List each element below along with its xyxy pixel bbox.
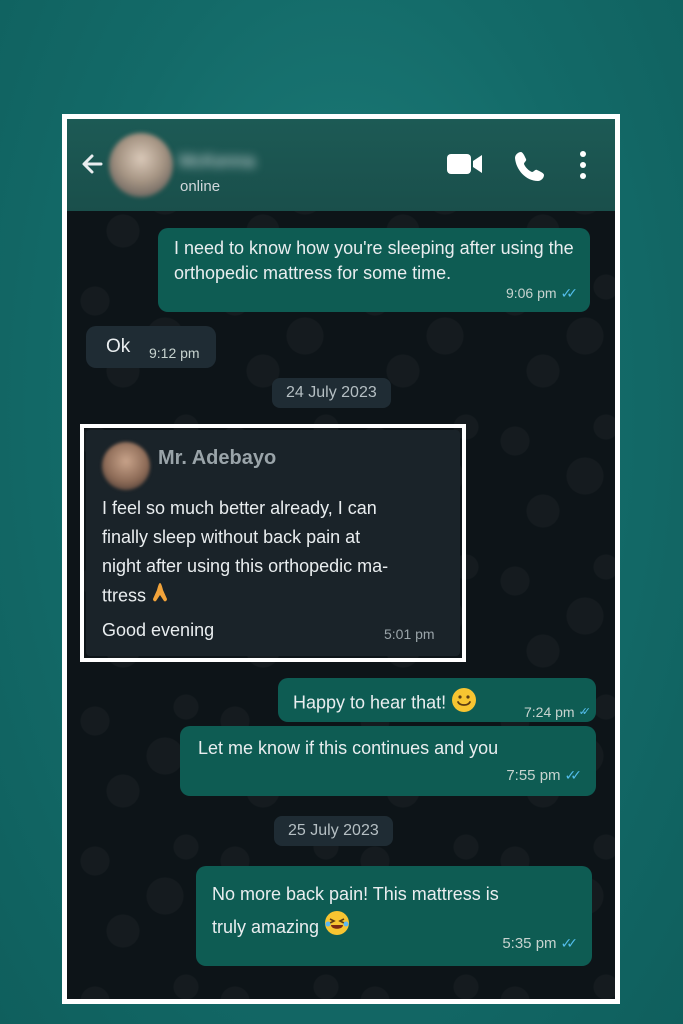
message-bubble-outgoing[interactable]: No more back pain! This mattress is trul… (196, 866, 592, 966)
quoted-message-card[interactable]: Mr. Adebayo I feel so much better alread… (86, 430, 460, 656)
contact-name[interactable]: McKenna (179, 151, 309, 173)
read-ticks-icon: ✓✓ (564, 767, 583, 783)
message-time: 7:55 pm (506, 767, 561, 784)
message-time: 9:12 pm (149, 345, 200, 361)
message-time: 9:06 pm (505, 285, 557, 301)
quoted-greeting: Good evening (102, 620, 215, 640)
message-text-content: Happy to hear that! (293, 692, 447, 713)
message-bubble-outgoing[interactable]: I need to know how you're sleeping after… (158, 228, 590, 312)
read-ticks-icon: ✓✓ (578, 706, 592, 718)
message-meta: 7:55 pm ✓✓ (506, 763, 582, 788)
message-bubble-outgoing[interactable]: Happy to hear that! 7:24 pm ✓✓ (278, 678, 596, 722)
date-chip: 25 July 2023 (274, 816, 393, 846)
pray-emoji-icon (151, 581, 169, 612)
message-text: No more back pain! This mattress is trul… (212, 878, 499, 946)
message-line: No more back pain! This mattress is (212, 884, 499, 904)
message-text: Ok (106, 336, 131, 357)
chat-header: McKenna online (67, 119, 615, 211)
message-text: Happy to hear that! (293, 687, 477, 720)
message-time: 5:35 pm (502, 935, 557, 952)
contact-avatar[interactable] (109, 133, 173, 197)
back-arrow-icon[interactable] (77, 149, 109, 181)
message-text: I need to know how you're sleeping after… (174, 238, 574, 283)
date-chip: 24 July 2023 (272, 378, 391, 408)
more-options-icon[interactable] (577, 149, 589, 186)
message-line: truly amazing (212, 916, 320, 937)
sender-name: Mr. Adebayo (158, 447, 277, 469)
quoted-line: ttress (102, 585, 147, 606)
message-line-last: truly amazing (212, 910, 499, 946)
video-call-icon[interactable] (445, 149, 485, 184)
read-ticks-icon: ✓✓ (560, 935, 579, 951)
message-bubble-outgoing[interactable]: Let me know if this continues and you 7:… (180, 726, 596, 796)
laughing-emoji-icon (324, 910, 350, 946)
message-meta: 7:24 pm ✓✓ (524, 700, 591, 725)
quoted-line-last: ttress (102, 581, 447, 612)
smile-emoji-icon (451, 687, 477, 720)
message-text: Let me know if this continues and you (198, 738, 499, 758)
message-meta: 5:35 pm ✓✓ (502, 931, 578, 956)
read-ticks-icon: ✓✓ (560, 285, 579, 301)
message-meta: 9:06 pm ✓✓ (506, 281, 578, 306)
quoted-line: finally sleep without back pain at (102, 527, 361, 547)
message-bubble-incoming[interactable]: Ok 9:12 pm (86, 326, 216, 368)
quoted-message-text: I feel so much better already, I can fin… (102, 494, 447, 612)
quoted-line: night after using this orthopedic ma- (102, 556, 389, 576)
quoted-line: I feel so much better already, I can (102, 498, 377, 518)
phone-call-icon[interactable] (513, 149, 549, 188)
contact-status: online (180, 178, 221, 195)
message-time: 7:24 pm (524, 704, 575, 720)
quoted-time: 5:01 pm (384, 626, 435, 642)
sender-avatar (102, 442, 150, 490)
